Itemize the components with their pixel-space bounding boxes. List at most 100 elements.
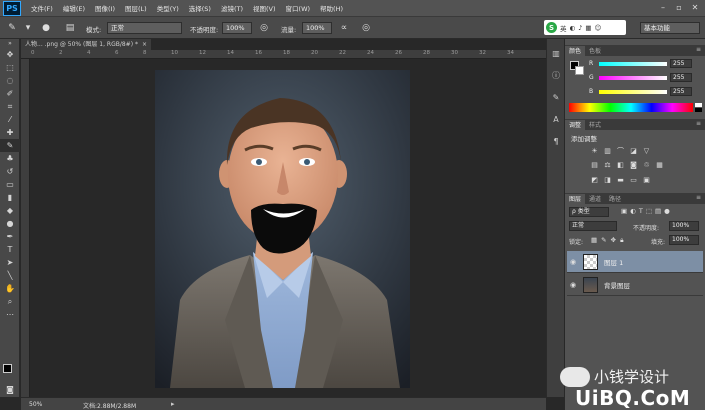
hue-saturation-icon[interactable]: ▤ [590, 160, 599, 169]
filter-type-icon[interactable]: T [639, 207, 643, 215]
color-balance-icon[interactable]: ⚖ [603, 160, 612, 169]
slider-track[interactable] [599, 90, 667, 94]
brush-size-icon[interactable]: ● [40, 22, 52, 34]
document-tab[interactable]: 人物... .png @ 50% (图层 1, RGB/8#) * × [21, 39, 151, 50]
layer-row[interactable]: ◉ 图层 1 [567, 251, 703, 273]
menu-view[interactable]: 视图(V) [253, 3, 276, 13]
blend-mode-select[interactable]: 正常 [569, 221, 617, 231]
menu-layer[interactable]: 图层(L) [125, 3, 147, 13]
tab-swatches[interactable]: 色板 [585, 46, 605, 56]
zoom-tool-icon[interactable]: ⌕ [0, 295, 20, 308]
close-icon[interactable]: ✕ [689, 2, 701, 13]
menu-select[interactable]: 选择(S) [189, 3, 211, 13]
vibrance-icon[interactable]: ▽ [642, 146, 651, 155]
status-arrow-icon[interactable]: ▸ [171, 400, 175, 408]
menu-image[interactable]: 图像(I) [95, 3, 115, 13]
character-panel-icon[interactable]: A [547, 111, 565, 127]
gradient-map-icon[interactable]: ▭ [629, 175, 638, 184]
more-tools-icon[interactable]: ⋯ [0, 308, 20, 321]
lock-image-icon[interactable]: ✎ [601, 236, 606, 245]
brush-tool-icon[interactable]: ✎ [6, 22, 18, 34]
black-white-icon[interactable]: ◧ [616, 160, 625, 169]
threshold-icon[interactable]: ▬ [616, 175, 625, 184]
tab-channels[interactable]: 通道 [585, 194, 605, 204]
filter-pixel-icon[interactable]: ▣ [621, 207, 627, 215]
tab-color[interactable]: 颜色 [565, 46, 586, 56]
curves-icon[interactable]: ⌒ [616, 146, 625, 155]
color-lookup-icon[interactable]: ▦ [655, 160, 664, 169]
properties-panel-icon[interactable]: ⓘ [547, 67, 565, 83]
menu-window[interactable]: 窗口(W) [286, 3, 311, 13]
slider-value[interactable]: 255 [670, 87, 692, 96]
spectrum-black-chip[interactable] [695, 108, 702, 112]
channel-mixer-icon[interactable]: ♲ [642, 160, 651, 169]
restore-icon[interactable]: ▫ [673, 2, 685, 13]
tools-collapse-icon[interactable]: » [0, 39, 20, 48]
lock-transparent-icon[interactable]: ▦ [591, 236, 597, 245]
panel-menu-icon[interactable]: ≡ [696, 120, 701, 127]
filter-toggle-icon[interactable]: ● [664, 207, 670, 215]
minimize-icon[interactable]: – [657, 2, 669, 13]
tab-layers[interactable]: 图层 [565, 194, 586, 204]
move-tool-icon[interactable]: ✥ [0, 48, 20, 61]
document-canvas-photo[interactable] [155, 70, 410, 388]
flow-input[interactable]: 100% [302, 22, 332, 34]
panel-menu-icon[interactable]: ≡ [696, 194, 701, 201]
hand-tool-icon[interactable]: ✋ [0, 282, 20, 295]
pressure-opacity-icon[interactable]: ◎ [258, 22, 270, 34]
brush-tool-icon[interactable]: ✎ [0, 139, 20, 152]
slider-value[interactable]: 255 [670, 73, 692, 82]
brush-panel-icon[interactable]: ▤ [64, 22, 76, 34]
ime-keyboard-icon[interactable]: ▦ [585, 24, 591, 32]
brush-presets-icon[interactable]: ✎ [547, 89, 565, 105]
filter-adjust-icon[interactable]: ◐ [630, 207, 636, 215]
slider-b[interactable]: B 255 [569, 87, 701, 97]
layer-row[interactable]: ◉ 背景图层 [567, 274, 703, 296]
gradient-tool-icon[interactable]: ▮ [0, 191, 20, 204]
layer-name[interactable]: 背景图层 [604, 280, 630, 290]
opacity-input[interactable]: 100% [222, 22, 252, 34]
path-select-tool-icon[interactable]: ➤ [0, 256, 20, 269]
tab-adjustments[interactable]: 调整 [565, 120, 586, 130]
slider-value[interactable]: 255 [670, 59, 692, 68]
levels-icon[interactable]: ▥ [603, 146, 612, 155]
tab-close-icon[interactable]: × [142, 39, 147, 50]
panel-menu-icon[interactable]: ≡ [696, 46, 701, 53]
crop-tool-icon[interactable]: ⌗ [0, 100, 20, 113]
tab-paths[interactable]: 路径 [605, 194, 625, 204]
tool-preset-dropdown-icon[interactable]: ▾ [22, 22, 34, 34]
menu-help[interactable]: 帮助(H) [320, 3, 343, 13]
slider-track[interactable] [599, 76, 667, 80]
ime-language[interactable]: 英 [560, 23, 567, 33]
lock-all-icon[interactable]: 🔒︎ [620, 236, 623, 245]
menu-filter[interactable]: 滤镜(T) [221, 3, 243, 13]
ime-punct-icon[interactable]: ◐ [570, 24, 576, 32]
quick-select-tool-icon[interactable]: ✐ [0, 87, 20, 100]
menu-file[interactable]: 文件(F) [31, 3, 53, 13]
invert-icon[interactable]: ◩ [590, 175, 599, 184]
workspace-select[interactable]: 基本功能 [640, 22, 700, 34]
spectrum-white-chip[interactable] [695, 103, 702, 107]
menu-edit[interactable]: 编辑(E) [63, 3, 85, 13]
pressure-size-icon[interactable]: ◎ [360, 22, 372, 34]
filter-smart-icon[interactable]: ▤ [655, 207, 661, 215]
ime-mic-icon[interactable]: ♪ [578, 24, 582, 32]
eraser-tool-icon[interactable]: ▭ [0, 178, 20, 191]
stamp-tool-icon[interactable]: ♣ [0, 152, 20, 165]
paragraph-panel-icon[interactable]: ¶ [547, 133, 565, 149]
dodge-tool-icon[interactable]: ● [0, 217, 20, 230]
zoom-level[interactable]: 50% [29, 401, 42, 408]
slider-r[interactable]: R 255 [569, 59, 701, 69]
posterize-icon[interactable]: ◨ [603, 175, 612, 184]
photo-filter-icon[interactable]: ◙ [629, 160, 638, 169]
lasso-tool-icon[interactable]: ◌ [0, 74, 20, 87]
menu-type[interactable]: 类型(Y) [157, 3, 179, 13]
slider-g[interactable]: G 255 [569, 73, 701, 83]
filter-shape-icon[interactable]: ⬚ [646, 207, 652, 215]
eye-icon[interactable]: ◉ [567, 258, 579, 266]
fill-input[interactable]: 100% [669, 235, 699, 245]
healing-brush-tool-icon[interactable]: ✚ [0, 126, 20, 139]
quick-mask-icon[interactable]: ◙ [0, 383, 20, 396]
ime-toolbar[interactable]: S 英 ◐ ♪ ▦ ☺ [544, 20, 626, 35]
eye-icon[interactable]: ◉ [567, 281, 579, 289]
